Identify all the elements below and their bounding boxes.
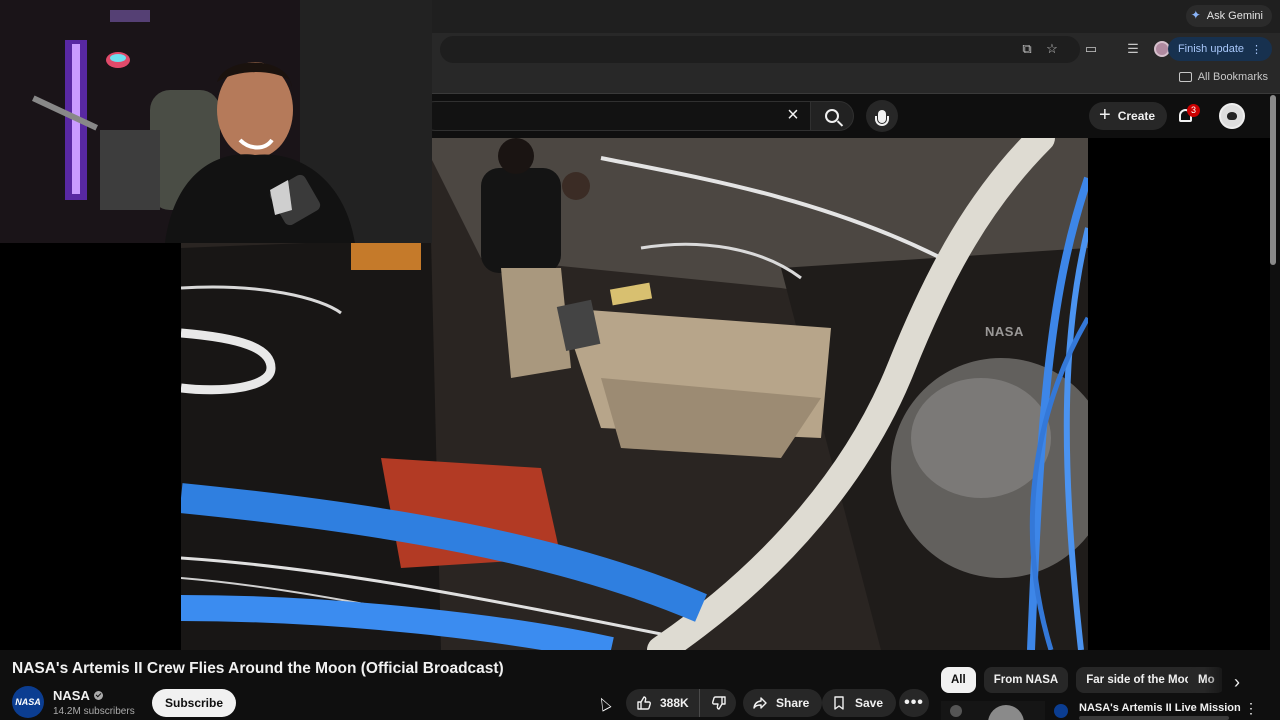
folder-icon	[1178, 72, 1192, 82]
channel-avatar-logo: NASA	[15, 697, 41, 707]
like-button[interactable]: 388K	[626, 689, 700, 717]
create-button[interactable]: + Create	[1089, 102, 1168, 130]
mouse-cursor-icon	[596, 695, 612, 712]
notification-badge: 3	[1187, 104, 1200, 117]
video-watermark: NASA	[985, 324, 1024, 339]
chip-all[interactable]: All	[941, 667, 976, 693]
channel-name: NASA	[53, 688, 90, 703]
share-label: Share	[776, 696, 810, 710]
video-title: NASA's Artemis II Crew Flies Around the …	[12, 660, 504, 677]
all-bookmarks-label: All Bookmarks	[1197, 71, 1268, 83]
search-input[interactable]	[420, 101, 810, 131]
plus-icon: +	[1099, 104, 1111, 126]
thumbs-up-icon	[637, 696, 651, 710]
webcam-image	[0, 0, 432, 243]
streamer-webcam-overlay	[0, 0, 432, 243]
ask-gemini-label: Ask Gemini	[1206, 10, 1263, 22]
recommendation-thumbnail[interactable]	[941, 701, 1045, 720]
like-count: 388K	[660, 696, 689, 710]
tab-search-icon[interactable]: ▭	[1083, 41, 1099, 57]
finish-update-button[interactable]: Finish update ⋮	[1167, 37, 1272, 61]
bookmark-save-icon	[834, 696, 844, 710]
notifications-button[interactable]: 3	[1176, 104, 1200, 126]
account-avatar[interactable]	[1219, 103, 1245, 129]
voice-search-button[interactable]	[866, 100, 898, 132]
microphone-icon	[875, 109, 889, 126]
share-button[interactable]: Share	[743, 689, 823, 717]
recommendation-more-icon[interactable]: ⋮	[1244, 701, 1258, 715]
search-icon	[825, 109, 839, 123]
recommendation-channel-icon	[1054, 704, 1068, 718]
save-button[interactable]: Save	[822, 689, 897, 717]
channel-avatar[interactable]: NASA	[12, 686, 44, 718]
recommendation-subtitle	[1079, 716, 1229, 720]
related-filter-chips: All From NASA Far side of the Moon	[941, 667, 1209, 693]
reading-list-icon[interactable]: ☰	[1125, 41, 1141, 57]
recommendation-thumbnail-image	[941, 701, 1045, 720]
save-label: Save	[855, 696, 884, 710]
install-app-icon[interactable]: ⧉	[1019, 41, 1035, 57]
kebab-menu-icon: ⋮	[1251, 43, 1262, 56]
subscribe-button[interactable]: Subscribe	[152, 689, 237, 717]
verified-check-icon	[93, 691, 103, 700]
close-icon[interactable]: ×	[784, 105, 802, 125]
chevron-right-icon[interactable]: ›	[1227, 672, 1247, 692]
all-bookmarks-button[interactable]: All Bookmarks	[1178, 71, 1268, 83]
search-button[interactable]	[810, 101, 854, 131]
recommendation-title[interactable]: NASA's Artemis II Live Mission	[1079, 702, 1241, 714]
more-actions-button[interactable]: •••	[899, 689, 929, 717]
page-scrollbar[interactable]	[1270, 95, 1276, 265]
gemini-star-icon	[1191, 8, 1202, 22]
bookmark-star-icon[interactable]: ☆	[1044, 41, 1060, 57]
channel-name-link[interactable]: NASA	[53, 688, 103, 703]
create-label: Create	[1117, 109, 1156, 123]
dislike-button[interactable]	[700, 689, 738, 717]
address-bar[interactable]	[440, 36, 1080, 63]
chip-from-nasa[interactable]: From NASA	[983, 667, 1069, 693]
subscriber-count: 14.2M subscribers	[53, 706, 135, 717]
ask-gemini-button[interactable]: Ask Gemini	[1185, 5, 1272, 27]
share-arrow-icon	[753, 697, 767, 709]
like-dislike-group: 388K	[626, 689, 736, 717]
finish-update-label: Finish update	[1177, 43, 1244, 55]
thumbs-down-icon	[711, 696, 726, 710]
